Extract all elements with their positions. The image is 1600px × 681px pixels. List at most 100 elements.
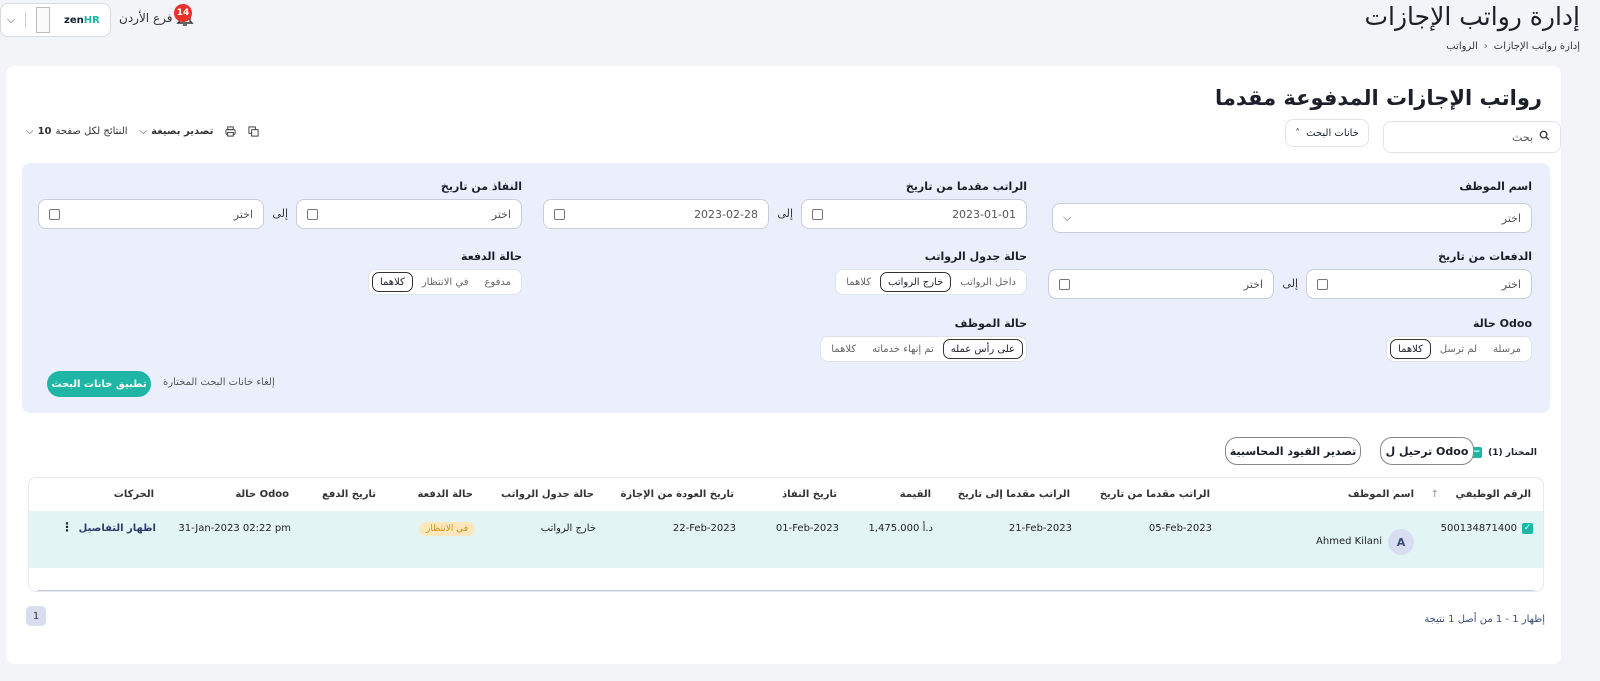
export-entries-button[interactable]: تصدير القيود المحاسبية: [1225, 437, 1361, 465]
breadcrumb-root[interactable]: الرواتب: [1446, 41, 1478, 52]
employee-option-both[interactable]: كلاهما: [824, 339, 863, 359]
employee-name[interactable]: Ahmed Kilani: [1316, 536, 1382, 547]
per-page-label: النتائج لكل صفحة: [55, 126, 128, 137]
page-title: إدارة رواتب الإجازات: [1364, 2, 1580, 31]
calendar-icon: [307, 208, 318, 220]
payroll-status-toggle[interactable]: كلاهما خارج الرواتب داخل الرواتب: [835, 269, 1027, 295]
show-details-link[interactable]: اظهار التفاصيل: [79, 523, 156, 534]
column-header[interactable]: تاريخ النفاذ: [782, 489, 837, 500]
column-header[interactable]: تاريخ الدفع: [322, 489, 376, 500]
column-header[interactable]: حالة الدفعة: [418, 489, 473, 500]
column-header[interactable]: حالة Odoo: [235, 489, 289, 500]
column-header[interactable]: تاريخ العودة من الإجازة: [621, 489, 735, 500]
odoo-status-toggle[interactable]: كلاهما لم ترسل مرسلة: [1386, 336, 1532, 362]
payment-status-toggle[interactable]: كلاهما في الانتظار مدفوع: [367, 269, 522, 295]
advance-from-value: 2023-01-01: [952, 207, 1016, 221]
advance-to-date[interactable]: 2023-02-28: [543, 199, 769, 229]
payroll-option-outside[interactable]: خارج الرواتب: [880, 272, 952, 292]
column-header[interactable]: القيمة: [900, 489, 931, 500]
return-date-cell: 22-Feb-2023: [672, 523, 736, 534]
payments-from-value: اختر: [1501, 277, 1521, 291]
main-card: رواتب الإجازات المدفوعة مقدما بحث ˄ خانا…: [6, 66, 1561, 664]
column-header[interactable]: الرقم الوظيفي: [1455, 489, 1531, 500]
to-label: إلى: [272, 207, 288, 220]
column-header[interactable]: اسم الموظف: [1348, 489, 1414, 500]
advance-from-date[interactable]: 2023-01-01: [801, 199, 1027, 229]
sort-up-icon[interactable]: ↑: [1431, 489, 1439, 500]
chevron-up-icon: ˄: [1295, 127, 1301, 139]
avatar: A: [1388, 529, 1414, 555]
effective-to-date[interactable]: اختر: [38, 199, 264, 229]
odoo-option-not-sent[interactable]: لم ترسل: [1433, 339, 1484, 359]
per-page-select[interactable]: ⌵ 10 النتائج لكل صفحة: [26, 126, 128, 137]
employee-option-terminated[interactable]: تم إنهاء خدماته: [865, 339, 941, 359]
payment-option-paid[interactable]: مدفوع: [477, 272, 518, 292]
payments-from-label: الدفعات من تاريخ: [1438, 250, 1532, 263]
column-header[interactable]: الراتب مقدما من تاريخ: [1100, 489, 1210, 500]
advance-to-cell: 21-Feb-2023: [1008, 523, 1072, 534]
breadcrumb-current: إدارة رواتب الإجازات: [1493, 41, 1580, 52]
filters-toggle-label: خانات البحث: [1306, 127, 1359, 139]
copy-icon[interactable]: [248, 126, 259, 137]
column-header[interactable]: حالة جدول الرواتب: [501, 489, 594, 500]
employee-name-placeholder: اختر: [1501, 211, 1521, 225]
row-checkbox[interactable]: ✓: [1522, 523, 1533, 534]
table-row[interactable]: ✓ 500134871400 A Ahmed Kilani 05-Feb-202…: [29, 511, 1543, 568]
horizontal-scrollbar[interactable]: [37, 590, 1535, 591]
chevron-down-icon: ⌵: [139, 126, 148, 137]
employee-status-toggle[interactable]: كلاهما تم إنهاء خدماته على رأس عمله: [820, 336, 1027, 362]
table-toolbar: ⌵ 10 النتائج لكل صفحة ⌵ تصدير بصيغة: [26, 126, 259, 137]
payments-to-value: اختر: [1243, 277, 1263, 291]
payroll-option-both[interactable]: كلاهما: [839, 272, 878, 292]
branch-name[interactable]: فرع الأردن: [119, 11, 172, 25]
per-page-value: 10: [37, 126, 52, 137]
effective-from-date[interactable]: اختر: [296, 199, 522, 229]
status-badge: في الانتظار: [419, 522, 475, 536]
filters-toggle-button[interactable]: ˄ خانات البحث: [1285, 119, 1369, 147]
calendar-icon: [554, 208, 565, 220]
search-placeholder: بحث: [1512, 130, 1533, 144]
effective-from-label: النفاذ من تاريخ: [440, 180, 522, 193]
print-icon[interactable]: [225, 126, 236, 137]
apply-filters-button[interactable]: تطبيق خانات البحث: [47, 371, 151, 397]
search-input[interactable]: بحث: [1383, 121, 1561, 153]
payroll-status-label: حالة جدول الرواتب: [924, 250, 1027, 263]
post-to-odoo-button[interactable]: ترحيل ل Odoo: [1380, 437, 1474, 465]
vertical-scrollbar[interactable]: [1582, 66, 1600, 664]
effective-to-value: اختر: [233, 207, 253, 221]
effective-date-cell: 01-Feb-2023: [775, 523, 839, 534]
calendar-icon: [49, 208, 60, 220]
breadcrumb: الرواتب › إدارة رواتب الإجازات: [1446, 41, 1580, 52]
odoo-option-sent[interactable]: مرسلة: [1486, 339, 1528, 359]
odoo-option-both[interactable]: كلاهما: [1390, 339, 1431, 359]
export-dropdown[interactable]: ⌵ تصدير بصيغة: [140, 126, 214, 137]
payments-to-date[interactable]: اختر: [1048, 269, 1274, 299]
calendar-icon: [1059, 278, 1070, 290]
calendar-icon: [812, 208, 823, 220]
employee-name-label: اسم الموظف: [1459, 180, 1532, 193]
column-header[interactable]: الراتب مقدما إلى تاريخ: [958, 489, 1070, 500]
column-header[interactable]: الحركات: [114, 489, 154, 500]
more-icon[interactable]: ⋮: [61, 520, 73, 534]
export-label: تصدير بصيغة: [151, 126, 214, 137]
search-icon: [1539, 130, 1550, 144]
clear-filters-link[interactable]: إلغاء خانات البحث المختارة: [163, 377, 275, 388]
odoo-status-label: حالة Odoo: [1472, 317, 1532, 330]
divider: [25, 12, 26, 28]
effective-from-value: اختر: [491, 207, 511, 221]
zenhr-logo: zenHR: [64, 14, 100, 26]
chevron-down-icon[interactable]: ⌵: [1, 13, 21, 27]
payment-status-label: حالة الدفعة: [460, 250, 522, 263]
payroll-option-inside[interactable]: داخل الرواتب: [953, 272, 1023, 292]
calendar-icon: [1317, 278, 1328, 290]
payment-option-both[interactable]: كلاهما: [371, 272, 413, 292]
payment-option-pending[interactable]: في الانتظار: [415, 272, 476, 292]
payments-from-date[interactable]: اختر: [1306, 269, 1532, 299]
branch-switcher[interactable]: ⌵ zenHR: [0, 3, 111, 37]
employee-option-active[interactable]: على رأس عمله: [942, 339, 1023, 359]
broken-image-icon: [36, 7, 50, 33]
page-1-button[interactable]: 1: [26, 606, 46, 626]
employee-name-select[interactable]: ⌵ اختر: [1052, 203, 1532, 233]
to-label: إلى: [777, 207, 793, 220]
employee-id: 500134871400: [1440, 523, 1517, 534]
